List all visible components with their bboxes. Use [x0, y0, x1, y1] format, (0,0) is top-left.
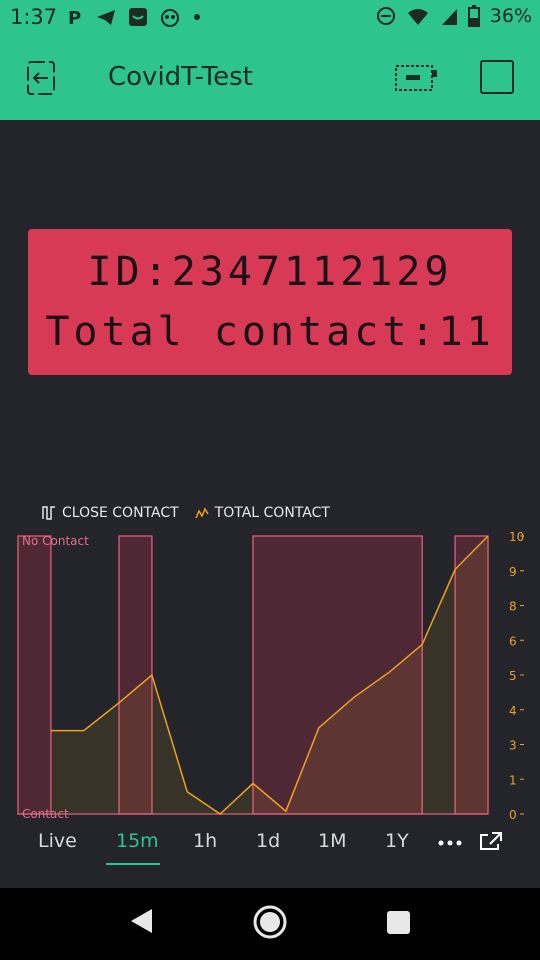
- paypal-icon: P: [68, 8, 81, 27]
- app-icon: [129, 8, 147, 26]
- dashboard: ID:2347112129 Total contact:11 CLOSE CON…: [0, 120, 540, 888]
- tab-1M[interactable]: 1M: [318, 830, 346, 852]
- chart-legend: CLOSE CONTACT TOTAL CONTACT: [42, 505, 330, 521]
- active-tab-indicator: [106, 863, 160, 865]
- open-external-icon[interactable]: [478, 830, 504, 852]
- legend-total-label: TOTAL CONTACT: [214, 505, 330, 521]
- tab-1d[interactable]: 1d: [256, 830, 280, 852]
- wifi-icon: [407, 9, 428, 25]
- y-tick-label: 1: [509, 773, 517, 787]
- legend-close-contact: CLOSE CONTACT: [42, 505, 179, 521]
- device-icon[interactable]: [394, 64, 438, 92]
- home-icon[interactable]: [252, 904, 288, 940]
- back-icon[interactable]: [128, 906, 154, 936]
- status-time: 1:37: [10, 5, 58, 29]
- y-tick-label: 4: [509, 704, 517, 718]
- lcd-line-1: ID:2347112129: [87, 249, 453, 295]
- label-contact: Contact: [22, 807, 69, 820]
- battery-icon: [467, 5, 480, 27]
- signal-icon: [441, 9, 457, 25]
- system-icons: 36%: [376, 5, 532, 27]
- do-not-disturb-icon: [376, 7, 395, 25]
- recents-icon[interactable]: [386, 910, 412, 936]
- superchart[interactable]: No ContactContact1098654310: [0, 530, 540, 820]
- period-tabs: Live 15m 1h 1d 1M 1Y: [0, 825, 540, 865]
- telegram-icon: [97, 10, 115, 25]
- tab-1h[interactable]: 1h: [193, 830, 217, 852]
- notification-icons: P: [66, 7, 202, 27]
- panda-icon: [161, 9, 179, 27]
- app-bar: CovidT-Test: [0, 36, 540, 120]
- lcd-line-2: Total contact:11: [45, 309, 495, 355]
- android-nav-bar: [0, 888, 540, 960]
- close-contact-block: [17, 535, 52, 815]
- label-no-contact: No Contact: [22, 534, 89, 548]
- battery-percent: 36%: [489, 5, 532, 27]
- y-tick-label: 6: [509, 634, 517, 648]
- more-icon[interactable]: [438, 839, 462, 847]
- legend-total-contact: TOTAL CONTACT: [194, 505, 330, 521]
- tab-1Y[interactable]: 1Y: [385, 830, 409, 852]
- line-series-icon: [194, 507, 209, 519]
- y-tick-label: 9: [509, 565, 517, 579]
- y-tick-label: 8: [509, 600, 517, 614]
- lcd-display: ID:2347112129 Total contact:11: [28, 229, 512, 375]
- stop-button[interactable]: [480, 60, 514, 94]
- legend-close-label: CLOSE CONTACT: [62, 505, 179, 521]
- status-bar: 1:37 P 36%: [0, 0, 540, 36]
- step-series-icon: [42, 506, 55, 520]
- y-tick-label: 5: [509, 669, 517, 683]
- y-tick-label: 0: [509, 808, 517, 820]
- exit-project-icon[interactable]: [22, 58, 62, 98]
- y-tick-label: 3: [509, 739, 517, 753]
- project-title: CovidT-Test: [108, 62, 253, 92]
- tab-15m[interactable]: 15m: [116, 830, 159, 852]
- tab-live[interactable]: Live: [38, 830, 77, 852]
- y-tick-label: 10: [509, 530, 524, 544]
- svg-text:P: P: [68, 8, 81, 27]
- dot-icon: [194, 14, 200, 20]
